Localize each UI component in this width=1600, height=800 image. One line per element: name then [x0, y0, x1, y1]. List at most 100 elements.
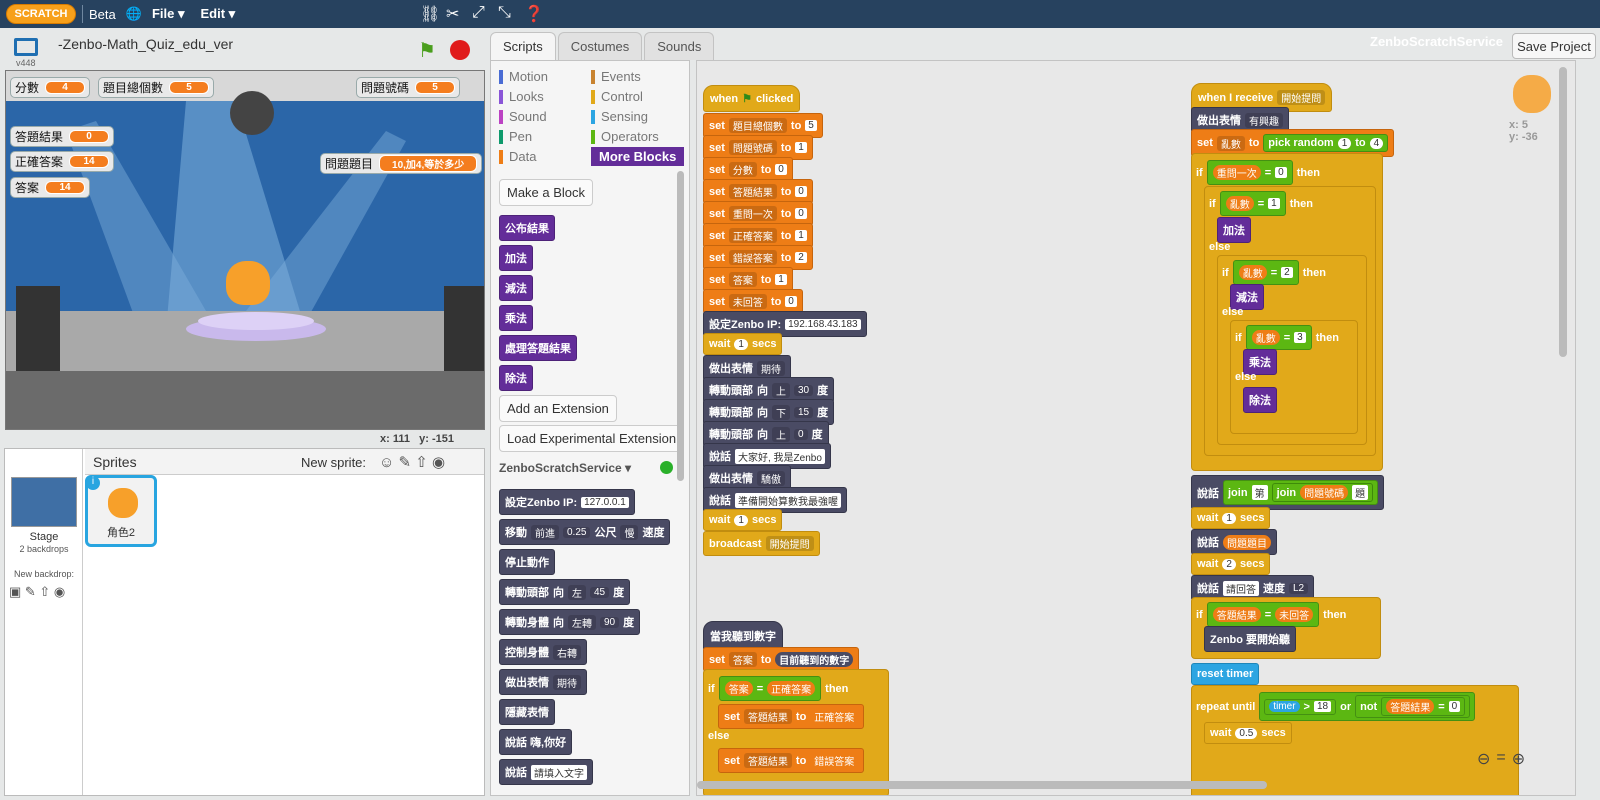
sprite-tools[interactable]: ☺ ✎ ⇧ ◉ [379, 453, 445, 471]
script-horizontal-scrollbar[interactable] [697, 781, 1267, 789]
grow-icon[interactable]: ⤢ [472, 4, 485, 22]
ext-block-say[interactable]: 說話 請填入文字 [499, 759, 593, 785]
scratch-logo[interactable]: SCRATCH [6, 4, 76, 24]
script-area[interactable]: when ⚑ clicked set 題目總個數 to 5 set 問題號碼 to 1 set 分… [696, 60, 1576, 796]
category-events[interactable]: Events [591, 69, 641, 84]
custom-block[interactable]: 公布結果 [499, 215, 555, 241]
block-palette: Motion Looks Sound Pen Data Events Contr… [490, 60, 690, 796]
category-looks[interactable]: Looks [499, 89, 544, 104]
wait-block[interactable]: wait 0.5 secs [1204, 722, 1292, 744]
save-project-button[interactable]: Save Project [1512, 33, 1596, 59]
reset-timer-block[interactable]: reset timer [1191, 663, 1260, 685]
monitor-answer[interactable]: 答案 14 [10, 177, 91, 198]
if-header: if 答題結果 = 未回答 then [1196, 602, 1346, 627]
load-experimental-button[interactable]: Load Experimental Extension [499, 425, 685, 452]
script-vertical-scrollbar[interactable] [1559, 67, 1567, 357]
category-sensing[interactable]: Sensing [591, 109, 648, 124]
category-operators[interactable]: Operators [591, 129, 659, 144]
if-no-answer-block[interactable]: if 答題結果 = 未回答 then Zenbo 要開始聽 [1191, 597, 1381, 659]
monitor-score[interactable]: 分數 4 [10, 77, 91, 98]
cut-icon[interactable]: ✂ [446, 4, 459, 24]
custom-block[interactable]: 乘法 [499, 305, 533, 331]
equals-operator[interactable]: 答案 = 正確答案 [718, 676, 822, 701]
broadcast-block[interactable]: broadcast 開始提問 [703, 531, 820, 556]
help-icon[interactable]: ❓ [524, 4, 544, 24]
shrink-icon[interactable]: ⤡ [498, 4, 511, 22]
stage-thumbnail[interactable] [11, 477, 77, 527]
repeat-until-block[interactable]: repeat until timer >18 or not 答題結果 = 0 wait 0… [1191, 685, 1519, 795]
category-sound[interactable]: Sound [499, 109, 547, 124]
when-flag-clicked-block[interactable]: when ⚑ clicked [703, 85, 801, 112]
ext-block-face[interactable]: 做出表情 期待 [499, 669, 587, 695]
zoom-in-icon[interactable]: ⊕ [1512, 749, 1525, 769]
ext-block-set-ip[interactable]: 設定Zenbo IP: 127.0.0.1 [499, 489, 635, 515]
current-sprite-thumb [1513, 75, 1551, 113]
custom-block[interactable]: 減法 [499, 275, 533, 301]
ext-block-turn-body[interactable]: 轉動身體向左轉 90 度 [499, 609, 641, 635]
stage-canvas[interactable]: 分數 4 題目總個數 5 問題號碼 5 答題結果 0 正確答案 14 答案 14 問題題目 1… [5, 70, 485, 430]
category-motion[interactable]: Motion [499, 69, 548, 84]
project-title[interactable]: -Zenbo-Math_Quiz_edu_ver [58, 36, 233, 52]
palette-scrollbar[interactable] [677, 171, 684, 481]
category-control[interactable]: Control [591, 89, 643, 104]
zoom-out-icon[interactable]: ⊖ [1477, 749, 1490, 769]
wait-block[interactable]: wait 1 secs [703, 509, 783, 531]
ext-block-turn-head[interactable]: 轉動頭部向左 45 度 [499, 579, 631, 605]
cat-sprite[interactable] [226, 261, 270, 305]
if-else-random-1[interactable]: if 亂數 = 1 then 加法 else if 亂數 = 2 then 減法 else if… [1204, 186, 1376, 456]
zoom-controls: ⊖ = ⊕ [1477, 749, 1525, 769]
wait-block[interactable]: wait 1 secs [703, 333, 783, 355]
tab-costumes[interactable]: Costumes [557, 32, 643, 60]
file-menu[interactable]: File ▾ [152, 6, 185, 22]
new-sprite-label: New sprite: [301, 455, 367, 470]
custom-block[interactable]: 加法 [499, 245, 533, 271]
else-label: else [1235, 371, 1257, 383]
version-label: v448 [16, 58, 36, 68]
add-extension-button[interactable]: Add an Extension [499, 395, 617, 422]
if-else-random-3[interactable]: if 亂數 = 3 then 乘法 else 除法 [1230, 320, 1358, 434]
set-variable-block[interactable]: set 答題結果 to 正確答案 [718, 704, 865, 729]
green-flag-icon[interactable]: ⚑ [418, 38, 436, 63]
divide-block[interactable]: 除法 [1243, 387, 1277, 413]
backdrop-tools[interactable]: ▣ ✎ ⇧ ◉ [9, 584, 65, 600]
stage-header: v448 -Zenbo-Math_Quiz_edu_ver ⚑ [10, 34, 484, 70]
ext-block-move[interactable]: 移動 前進 0.25 公尺慢速度 [499, 519, 671, 545]
make-block-button[interactable]: Make a Block [499, 179, 594, 206]
zenbo-listen-block[interactable]: Zenbo 要開始聽 [1204, 626, 1297, 652]
beta-label: Beta [89, 6, 116, 22]
ext-block-hide-face[interactable]: 隱藏表情 [499, 699, 555, 725]
zoom-reset-icon[interactable]: = [1496, 749, 1505, 769]
if-else-block[interactable]: if 答案 = 正確答案 then set 答題結果 to 正確答案 else set 答題… [703, 669, 889, 795]
custom-block[interactable]: 處理答題結果 [499, 335, 577, 361]
monitor-correct-answer[interactable]: 正確答案 14 [10, 151, 115, 172]
monitor-total[interactable]: 題目總個數 5 [98, 77, 215, 98]
tab-scripts[interactable]: Scripts [490, 32, 556, 60]
sprite-thumbnail[interactable]: i 角色2 [85, 475, 157, 547]
if-else-random-2[interactable]: if 亂數 = 2 then 減法 else if 亂數 = 3 then 乘法 else 除法 [1217, 255, 1367, 445]
fullscreen-icon[interactable] [14, 38, 38, 56]
say-join-block[interactable]: 說話 join 第 join 問題號碼題 [1191, 475, 1385, 510]
monitor-question-number[interactable]: 問題號碼 5 [356, 77, 461, 98]
stop-icon[interactable] [450, 40, 470, 60]
add-block[interactable]: 加法 [1217, 217, 1251, 243]
duplicate-icon[interactable]: ⛓ [420, 4, 440, 24]
monitor-result[interactable]: 答題結果 0 [10, 126, 115, 147]
wait-block[interactable]: wait 1 secs [1191, 507, 1271, 529]
category-pen[interactable]: Pen [499, 129, 532, 144]
if-block-outer[interactable]: if 重問一次 = 0 then if 亂數 = 1 then 加法 else if 亂數 = 2… [1191, 153, 1383, 471]
tab-sounds[interactable]: Sounds [644, 32, 715, 60]
equals-operator[interactable]: 重問一次 = 0 [1206, 160, 1293, 185]
set-variable-block[interactable]: set 答題結果 to 錯誤答案 [718, 748, 865, 773]
say-block[interactable]: 說話 問題題目 [1191, 529, 1277, 555]
ext-block-stop[interactable]: 停止動作 [499, 549, 555, 575]
custom-block[interactable]: 除法 [499, 365, 533, 391]
globe-icon[interactable]: 🌐 [126, 6, 142, 22]
info-icon[interactable]: i [86, 476, 100, 490]
wait-block[interactable]: wait 2 secs [1191, 553, 1271, 575]
monitor-question-text[interactable]: 問題題目 10,加4,等於多少 [320, 153, 483, 174]
ext-block-say-hi[interactable]: 說話 嗨,你好 [499, 729, 573, 755]
edit-menu[interactable]: Edit ▾ [200, 6, 235, 22]
category-more-blocks[interactable]: More Blocks [591, 147, 685, 166]
category-data[interactable]: Data [499, 149, 536, 164]
ext-block-control-body[interactable]: 控制身體 右轉 [499, 639, 587, 665]
